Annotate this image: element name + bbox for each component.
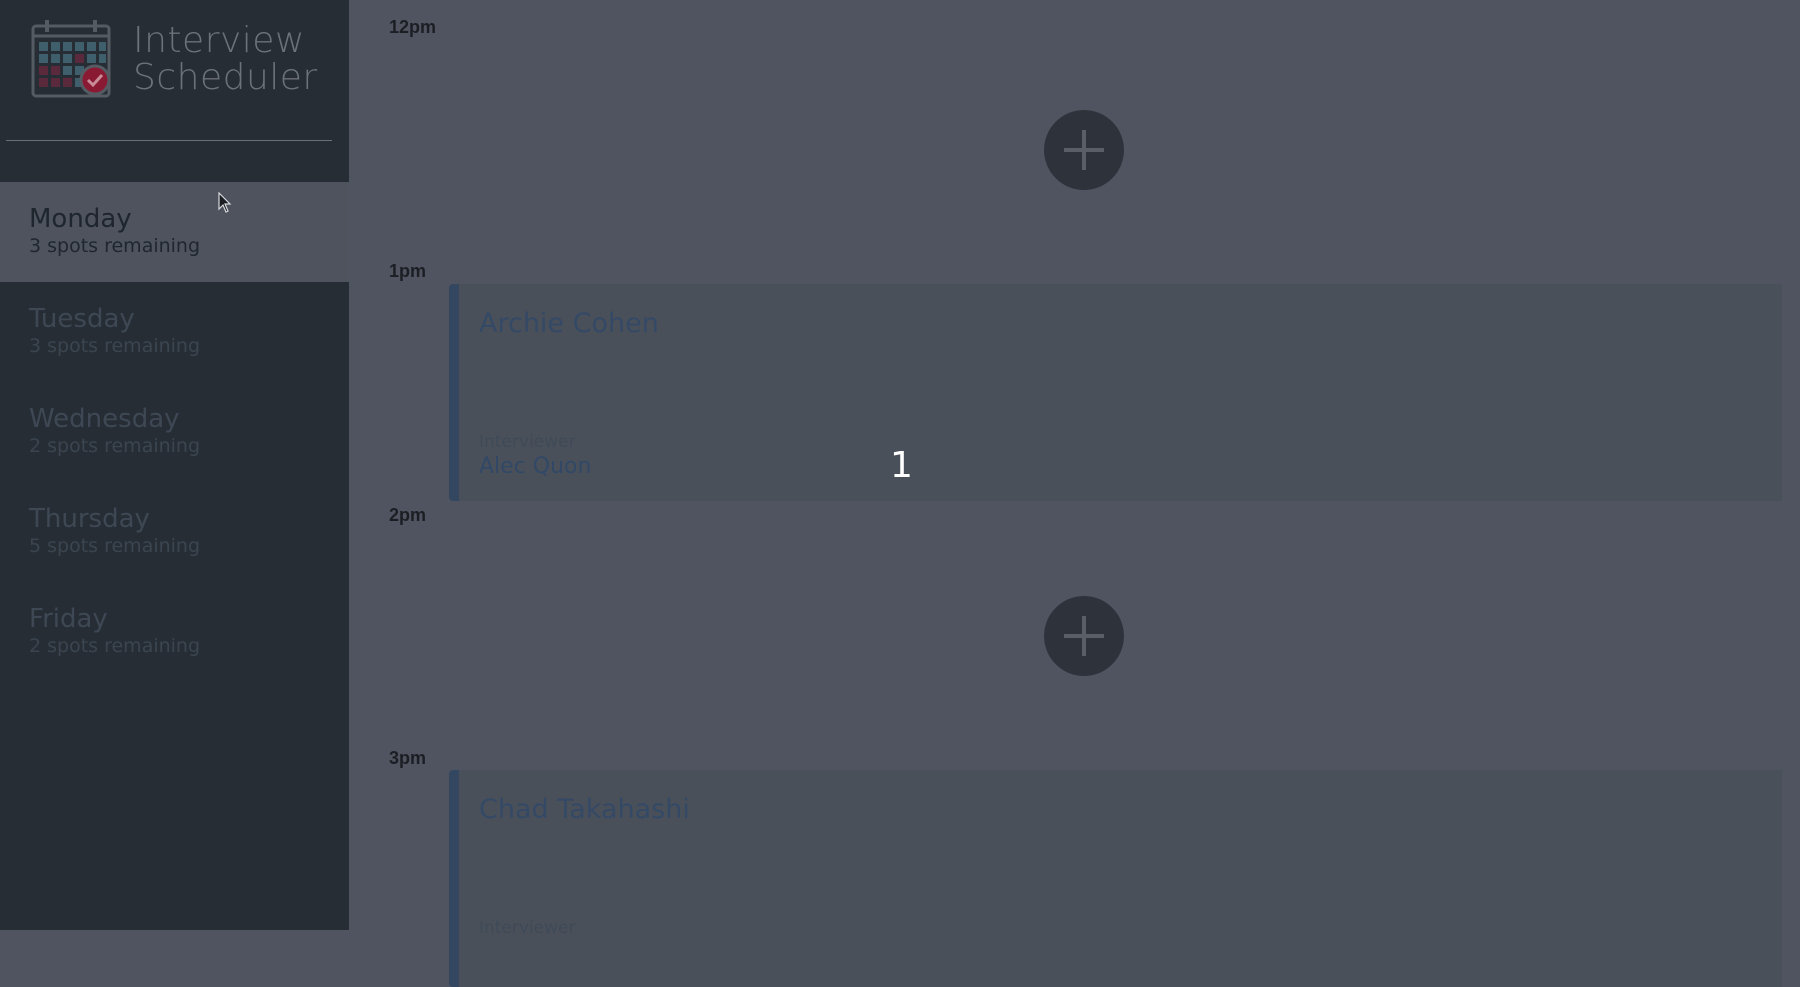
student-name: Archie Cohen [479,308,659,339]
plus-icon [1064,130,1104,170]
interviewer-name: Alec Quon [479,454,592,479]
sidebar-nav: Interview Scheduler Monday 3 spots remai… [0,0,349,930]
day-item-tuesday[interactable]: Tuesday 3 spots remaining [0,282,349,382]
sidebar-divider [6,140,332,141]
day-item-wednesday[interactable]: Wednesday 2 spots remaining [0,382,349,482]
day-item-friday[interactable]: Friday 2 spots remaining [0,582,349,682]
calendar-check-icon [31,20,113,100]
overlay-number: 1 [890,445,913,486]
add-appointment-button[interactable] [1044,596,1124,676]
day-spots: 2 spots remaining [29,635,201,657]
day-spots: 2 spots remaining [29,435,201,457]
time-label-1pm: 1pm [389,261,427,281]
day-spots: 3 spots remaining [29,235,201,257]
day-name: Friday [29,604,108,634]
student-name: Chad Takahashi [479,794,690,825]
day-list: Monday 3 spots remaining Tuesday 3 spots… [0,182,349,682]
time-label-2pm: 2pm [389,505,427,525]
day-name: Monday [29,204,132,234]
day-spots: 5 spots remaining [29,535,201,557]
plus-icon [1064,616,1104,656]
interviewer-label: Interviewer [479,432,576,452]
app-title: Interview Scheduler [133,22,318,96]
time-label-3pm: 3pm [389,748,427,768]
day-name: Tuesday [29,304,135,334]
interviewer-label: Interviewer [479,918,576,938]
mouse-pointer-icon [218,191,232,214]
app-title-line1: Interview [133,20,305,61]
appointment-card[interactable]: Archie Cohen Interviewer Alec Quon [449,284,1782,501]
add-appointment-button[interactable] [1044,110,1124,190]
day-spots: 3 spots remaining [29,335,201,357]
app-title-line2: Scheduler [133,57,318,98]
appointment-card[interactable]: Chad Takahashi Interviewer [449,770,1782,987]
day-name: Wednesday [29,404,180,434]
day-name: Thursday [29,504,150,534]
time-label-12pm: 12pm [389,17,437,37]
day-item-thursday[interactable]: Thursday 5 spots remaining [0,482,349,582]
day-item-monday[interactable]: Monday 3 spots remaining [0,182,349,282]
schedule-main: 12pm 1pm Archie Cohen Interviewer Alec Q… [349,0,1800,987]
